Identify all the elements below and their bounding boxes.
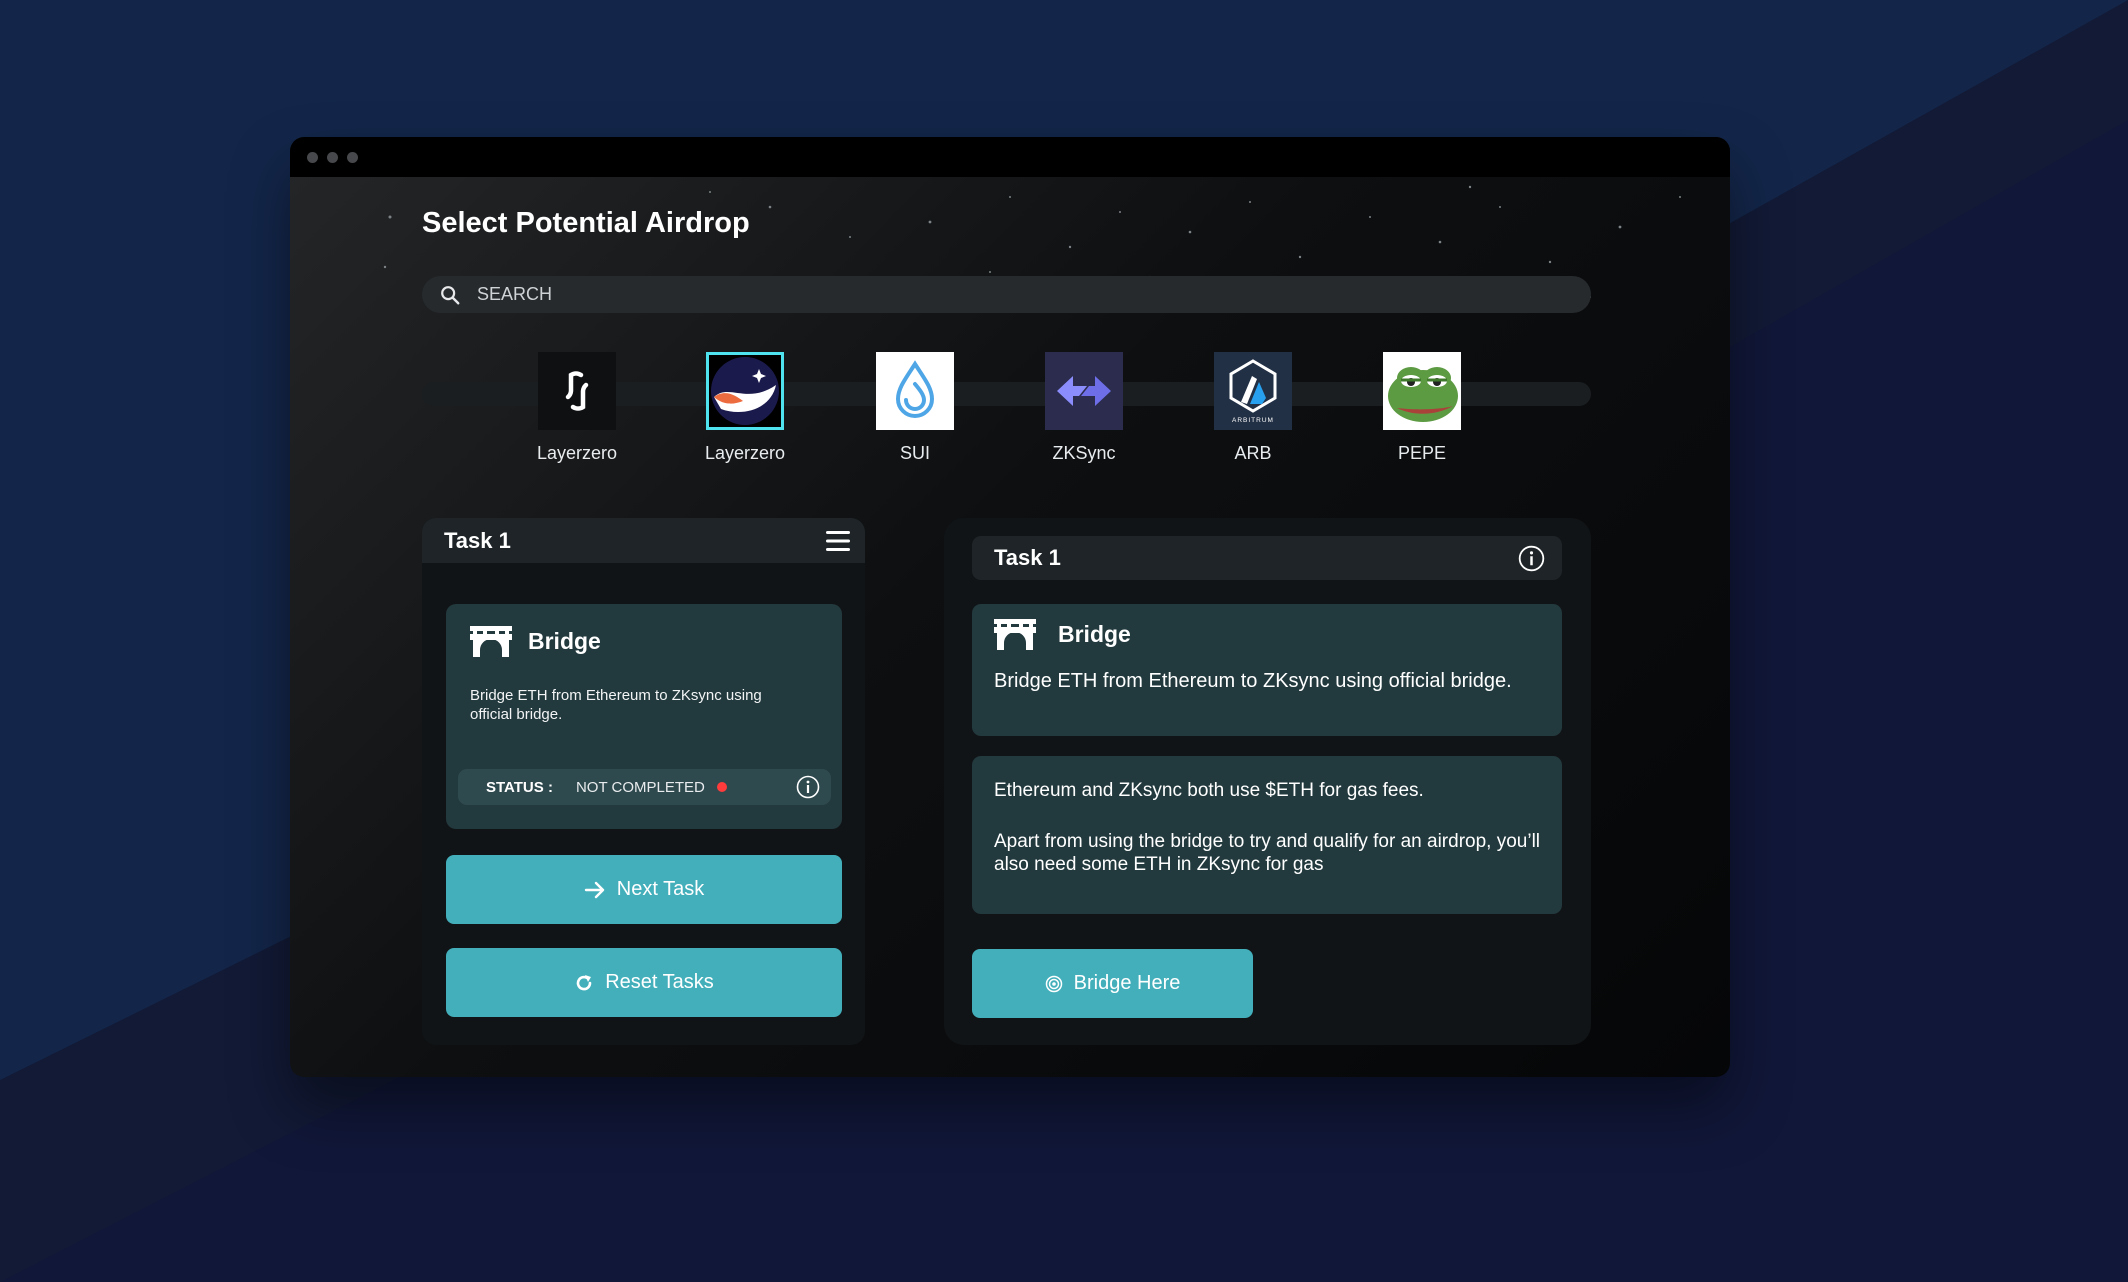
arbitrum-logo-text: ARBITRUM (1232, 417, 1274, 424)
token-name: Layerzero (536, 443, 618, 463)
task-detail-description: Bridge ETH from Ethereum to ZKsync using… (994, 670, 1512, 692)
next-task-button[interactable]: Next Task (446, 855, 842, 924)
window-titlebar (290, 137, 1730, 177)
bridge-here-label: Bridge Here (1073, 972, 1181, 994)
task-list-panel: Task 1 Bridge Bridge ETH from Ethereum t… (422, 518, 865, 1045)
refresh-icon (576, 974, 592, 990)
token-name: PEPE (1397, 443, 1447, 463)
token-name: ARB (1234, 443, 1272, 463)
task-card-title-row: Bridge (470, 624, 601, 658)
task-info-card: Ethereum and ZKsync both use $ETH for ga… (972, 756, 1562, 914)
task-card[interactable]: Bridge Bridge ETH from Ethereum to ZKsyn… (446, 604, 842, 829)
task-detail-title: Task 1 (994, 545, 1061, 570)
reset-tasks-label: Reset Tasks (605, 971, 714, 993)
zksync-arrows-logo (1045, 352, 1123, 430)
arrow-right-icon (584, 881, 604, 898)
task-status-bar: STATUS : NOT COMPLETED (458, 769, 831, 805)
arbitrum-logo: ARBITRUM (1214, 352, 1292, 430)
bridge-here-button[interactable]: Bridge Here (972, 949, 1253, 1018)
task-detail-header: Task 1 (972, 536, 1562, 580)
token-name: Layerzero (704, 443, 786, 463)
task-list-title: Task 1 (444, 527, 511, 553)
target-icon (1045, 975, 1062, 992)
token-sui[interactable]: SUI (835, 352, 995, 464)
info-icon[interactable] (796, 775, 820, 799)
token-zksync[interactable]: ZKSync (1004, 352, 1164, 464)
status-value: NOT COMPLETED (575, 778, 705, 796)
reset-tasks-button[interactable]: Reset Tasks (446, 948, 842, 1017)
task-card-description: Bridge ETH from Ethereum to ZKsync using… (470, 687, 762, 723)
starknet-logo (706, 352, 784, 430)
window-dot[interactable] (327, 152, 338, 163)
task-detail-panel: Task 1 Bridge Bridge ETH from Ethereum t… (944, 518, 1591, 1045)
hamburger-menu-icon[interactable] (825, 529, 851, 553)
search-bar[interactable] (422, 276, 1591, 313)
sui-drop-logo (876, 352, 954, 430)
window-dot[interactable] (307, 152, 318, 163)
task-card-title: Bridge (528, 627, 601, 654)
pepe-frog-logo (1383, 352, 1461, 430)
task-list-header: Task 1 (422, 518, 865, 563)
search-input[interactable] (475, 283, 1379, 306)
token-pepe[interactable]: PEPE (1342, 352, 1502, 464)
info-paragraph: Apart from using the bridge to try and q… (994, 831, 1541, 875)
token-name: ZKSync (1052, 443, 1116, 463)
bridge-icon (994, 619, 1036, 650)
info-icon[interactable] (1518, 545, 1545, 572)
app-window: Select Potential Airdrop Layerzero (290, 137, 1730, 1077)
task-detail-card-title: Bridge (1058, 620, 1131, 647)
token-arb[interactable]: ARBITRUM ARB (1173, 352, 1333, 464)
layerzero-logo (538, 352, 616, 430)
task-detail-card: Bridge Bridge ETH from Ethereum to ZKsyn… (972, 604, 1562, 736)
token-starknet[interactable]: Layerzero (665, 352, 825, 464)
token-layerzero[interactable]: Layerzero (497, 352, 657, 464)
token-name: SUI (899, 443, 930, 463)
task-detail-title-row: Bridge (994, 617, 1131, 651)
info-paragraph: Ethereum and ZKsync both use $ETH for ga… (994, 780, 1424, 801)
status-indicator-dot (716, 782, 727, 792)
window-dot[interactable] (347, 152, 358, 163)
search-icon (441, 285, 460, 304)
status-label: STATUS : (486, 778, 553, 796)
bridge-icon (470, 626, 512, 657)
page-title: Select Potential Airdrop (422, 207, 750, 239)
next-task-label: Next Task (616, 878, 705, 900)
